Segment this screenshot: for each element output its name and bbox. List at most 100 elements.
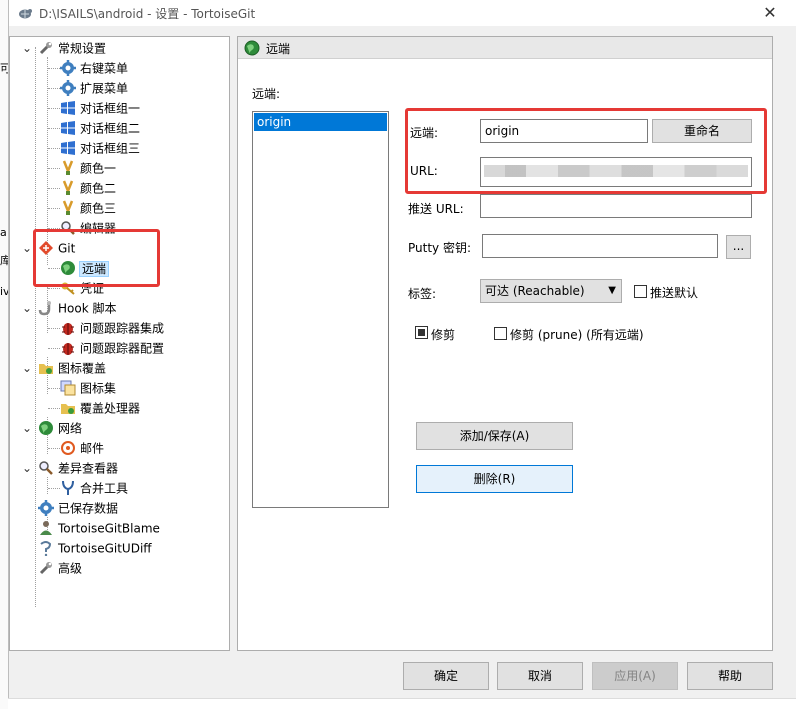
settings-tree[interactable]: ⌄ 常规设置 右键菜单 扩展菜单 对话框组一 对话框组二 对话框组三 颜色一 颜色二 颜色三 编辑器…	[9, 36, 230, 651]
tree-expander-chevron-icon[interactable]: ⌄	[22, 418, 32, 438]
udiff-icon	[40, 540, 52, 556]
tree-connector	[48, 168, 60, 169]
tree-expander-chevron-icon[interactable]: ⌄	[22, 38, 32, 58]
tags-select[interactable]: 可达 (Reachable) ▼	[480, 279, 622, 303]
tree-item[interactable]: TortoiseGitUDiff	[38, 538, 152, 558]
tree-item-label: 覆盖处理器	[80, 401, 141, 416]
panel-header: 远端	[238, 37, 772, 59]
title-bar[interactable]: D:\ISAILS\android - 设置 - TortoiseGit ✕	[9, 0, 796, 26]
tree-item[interactable]: 高级	[38, 558, 82, 578]
tree-item[interactable]: 问题跟踪器集成	[60, 318, 164, 338]
prune-all-checkbox[interactable]	[494, 327, 507, 340]
tree-connector	[48, 408, 60, 409]
tree-item-label: Hook 脚本	[58, 301, 117, 316]
tree-expander-chevron-icon[interactable]: ⌄	[22, 238, 32, 258]
list-item[interactable]: origin	[254, 113, 387, 131]
tree-item-label: 颜色三	[80, 201, 117, 216]
tree-item-label: 图标集	[80, 381, 117, 396]
windows-icon	[61, 100, 75, 115]
tree-item[interactable]: 对话框组三	[60, 138, 140, 158]
brush-icon	[62, 200, 74, 215]
folder-overlay-icon	[39, 363, 53, 374]
tree-item[interactable]: 扩展菜单	[60, 78, 128, 98]
tree-item[interactable]: 已保存数据	[38, 498, 118, 518]
tags-label: 标签:	[408, 287, 437, 301]
tree-item-label: 问题跟踪器集成	[80, 321, 165, 336]
tree-connector	[48, 188, 60, 189]
tree-item[interactable]: 图标覆盖	[38, 358, 106, 378]
tree-item-label: 常规设置	[58, 41, 107, 56]
push-url-input[interactable]	[480, 194, 752, 218]
globe-icon	[244, 40, 260, 56]
bug-icon	[62, 322, 74, 335]
tree-item[interactable]: 对话框组二	[60, 118, 140, 138]
tree-item-label: 对话框组一	[80, 101, 141, 116]
tree-connector	[47, 477, 48, 494]
tree-connector	[48, 128, 60, 129]
ok-button[interactable]: 确定	[403, 662, 489, 690]
tree-item-label: 问题跟踪器配置	[80, 341, 165, 356]
tree-item[interactable]: 颜色三	[60, 198, 116, 218]
tree-connector	[48, 348, 60, 349]
prune-checkbox[interactable]	[415, 326, 428, 339]
tree-item[interactable]: 右键菜单	[60, 58, 128, 78]
browse-putty-key-button[interactable]: ...	[726, 235, 751, 259]
tree-item-label: 右键菜单	[80, 61, 129, 76]
apply-button[interactable]: 应用(A)	[592, 662, 678, 690]
tree-item-label: 扩展菜单	[80, 81, 129, 96]
putty-key-label: Putty 密钥:	[408, 241, 472, 255]
tree-item-label: 高级	[58, 561, 83, 576]
tree-item[interactable]: 图标集	[60, 378, 116, 398]
tree-connector	[48, 488, 60, 489]
tree-item[interactable]: 邮件	[60, 438, 104, 458]
tree-expander-chevron-icon[interactable]: ⌄	[22, 298, 32, 318]
tree-connector	[48, 328, 60, 329]
background-app-bottom	[8, 698, 796, 709]
tags-select-value: 可达 (Reachable)	[485, 284, 585, 298]
tree-item[interactable]: 对话框组一	[60, 98, 140, 118]
tree-item[interactable]: 合并工具	[60, 478, 128, 498]
gear-icon	[60, 79, 76, 96]
windows-icon	[61, 140, 75, 155]
tree-connector	[48, 68, 60, 69]
help-button[interactable]: 帮助	[687, 662, 773, 690]
push-url-label: 推送 URL:	[408, 202, 464, 216]
tree-item[interactable]: 网络	[38, 418, 82, 438]
tree-item[interactable]: 覆盖处理器	[60, 398, 140, 418]
highlight-box-tree	[33, 229, 160, 287]
tortoisegit-logo-icon	[19, 9, 32, 19]
push-default-checkbox[interactable]	[634, 285, 647, 298]
tree-item-label: 邮件	[80, 441, 105, 456]
close-button[interactable]: ✕	[757, 2, 783, 24]
cancel-button[interactable]: 取消	[497, 662, 583, 690]
tree-item-label: 颜色二	[80, 181, 117, 196]
putty-key-input[interactable]	[482, 234, 718, 258]
tree-item-label: 对话框组二	[80, 121, 141, 136]
panel-title: 远端	[266, 42, 291, 56]
tree-item-label: TortoiseGitBlame	[58, 521, 160, 536]
windows-icon	[61, 120, 75, 135]
tree-item[interactable]: 差异查看器	[38, 458, 118, 478]
tree-item-label: 图标覆盖	[58, 361, 107, 376]
add-save-button[interactable]: 添加/保存(A)	[416, 422, 573, 450]
wrench-icon	[39, 561, 52, 574]
window-title: D:\ISAILS\android - 设置 - TortoiseGit	[39, 7, 256, 21]
brush-icon	[62, 180, 74, 195]
tree-item[interactable]: TortoiseGitBlame	[38, 518, 160, 538]
tree-item[interactable]: 问题跟踪器配置	[60, 338, 164, 358]
delete-button[interactable]: 删除(R)	[416, 465, 573, 493]
remotes-list[interactable]: origin	[252, 111, 389, 508]
tree-item[interactable]: 颜色二	[60, 178, 116, 198]
tree-expander-chevron-icon[interactable]: ⌄	[22, 358, 32, 378]
tree-item[interactable]: 常规设置	[38, 38, 106, 58]
background-text: a	[0, 226, 7, 239]
bug-icon	[62, 342, 74, 355]
background-app-strip: 可 a 库 iv	[0, 0, 11, 709]
tree-expander-chevron-icon[interactable]: ⌄	[22, 458, 32, 478]
tree-connector	[48, 108, 60, 109]
folder-overlay-icon	[61, 403, 75, 414]
tree-item[interactable]: Hook 脚本	[38, 298, 116, 318]
tree-item[interactable]: 颜色一	[60, 158, 116, 178]
chevron-down-icon: ▼	[608, 285, 616, 296]
highlight-box-remote	[405, 108, 767, 194]
